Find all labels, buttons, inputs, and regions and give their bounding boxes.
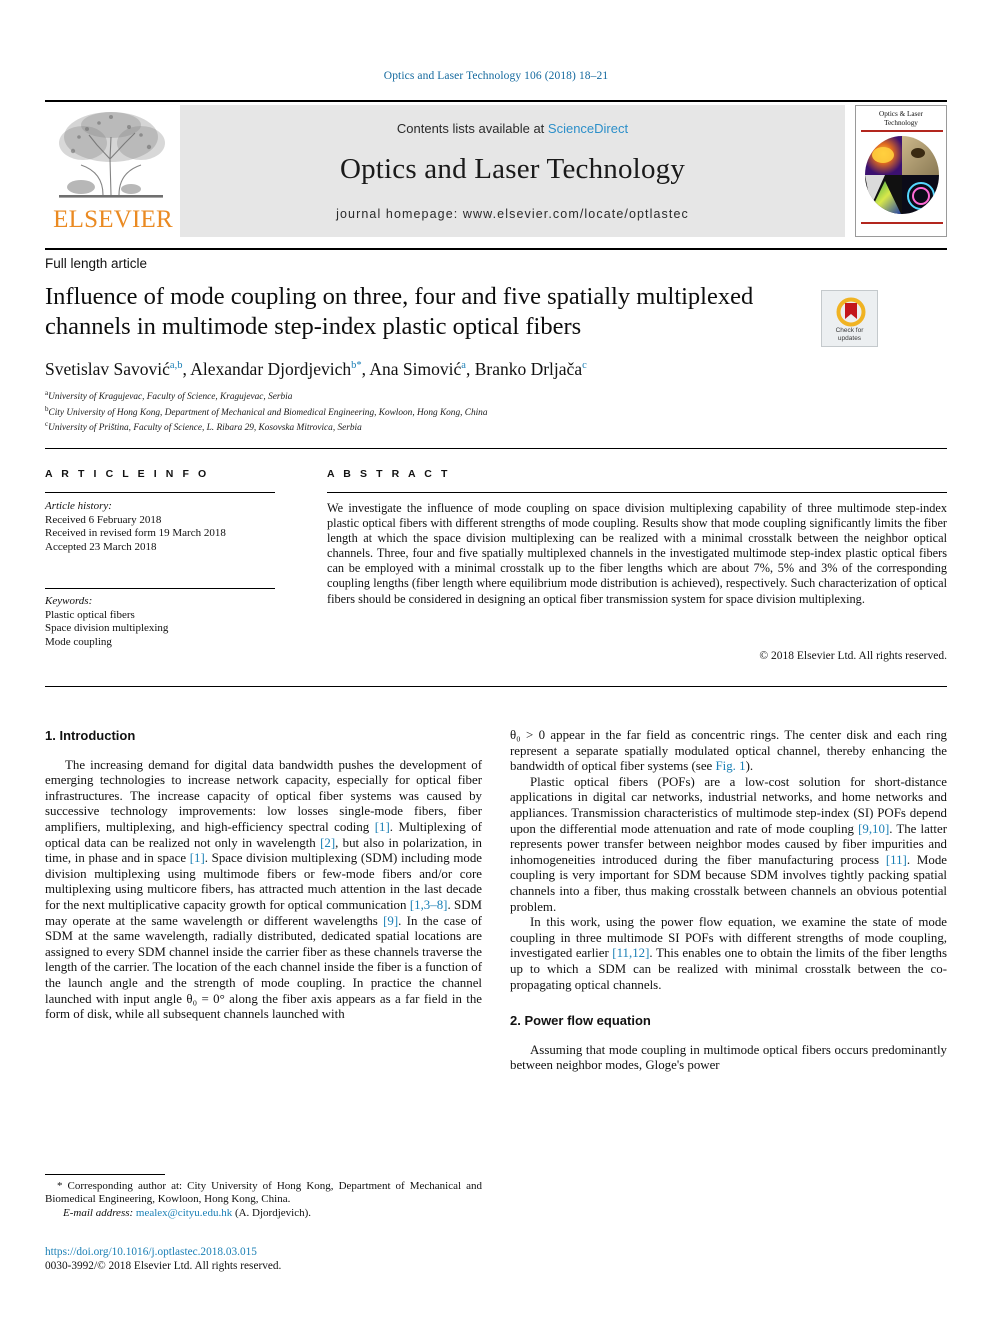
- citation-ref[interactable]: [11,12]: [612, 946, 649, 960]
- running-head: Optics and Laser Technology 106 (2018) 1…: [383, 70, 609, 82]
- section-heading-power-flow: 2. Power flow equation: [510, 1013, 651, 1029]
- affiliation-item: aUniversity of Kragujevac, Faculty of Sc…: [45, 388, 905, 404]
- citation-ref[interactable]: [9,10]: [858, 822, 889, 836]
- article-history-item: Received 6 February 2018: [45, 513, 162, 526]
- body-column-left: 1. Introduction The increasing demand fo…: [45, 728, 482, 1023]
- crossmark-line2: updates: [837, 334, 862, 342]
- article-type-label: Full length article: [45, 256, 148, 271]
- article-history-item: Received in revised form 19 March 2018: [45, 527, 226, 540]
- intro-paragraph-3: Plastic optical fibers (POFs) are a low-…: [510, 775, 947, 915]
- abstract-heading: A B S T R A C T: [327, 468, 451, 480]
- citation-ref[interactable]: [1]: [375, 820, 390, 834]
- author-name: Alexandar Djordjevich: [190, 358, 352, 379]
- email-note: E-mail address: mealex@cityu.edu.hk (A. …: [45, 1207, 482, 1220]
- intro-paragraph-2: θ₀ > 0 appear in the far field as concen…: [510, 728, 947, 775]
- abstract-text: We investigate the influence of mode cou…: [327, 501, 947, 606]
- keyword-item: Plastic optical fibers: [45, 608, 135, 621]
- footnote-block: * Corresponding author at: City Universi…: [45, 1180, 482, 1220]
- elsevier-logo: ELSEVIER: [45, 105, 180, 237]
- cover-artwork-svg: [865, 136, 939, 214]
- citation-ref[interactable]: [11]: [886, 853, 907, 867]
- author-name: Ana Simović: [369, 358, 462, 379]
- affiliation-text: University of Kragujevac, Faculty of Sci…: [48, 392, 293, 403]
- elsevier-tree-icon: [59, 112, 165, 198]
- doi-block: https://doi.org/10.1016/j.optlastec.2018…: [45, 1245, 482, 1273]
- article-history-label: Article history:: [45, 500, 112, 512]
- affiliation-text: University of Priština, Faculty of Scien…: [48, 423, 362, 434]
- issn-copyright-line: 0030-3992/© 2018 Elsevier Ltd. All right…: [45, 1260, 282, 1272]
- author-name: Branko Drljača: [474, 358, 583, 379]
- intro-text-p2c: ).: [745, 759, 754, 774]
- footnote-rule: [45, 1174, 165, 1175]
- info-heading-rule: [45, 492, 275, 493]
- cover-rule-bottom: [861, 222, 943, 224]
- affiliation-item: cUniversity of Priština, Faculty of Scie…: [45, 419, 905, 435]
- affiliation-item: bCity University of Hong Kong, Departmen…: [45, 404, 905, 420]
- cover-artwork: [865, 136, 939, 214]
- masthead-center-panel: Contents lists available at ScienceDirec…: [180, 105, 845, 237]
- journal-masthead: ELSEVIER Contents lists available at Sci…: [45, 100, 947, 238]
- cover-title-line1: Optics & Laser: [879, 110, 923, 118]
- figure-ref[interactable]: Fig. 1: [715, 759, 745, 773]
- citation-ref[interactable]: [9]: [383, 914, 398, 928]
- email-link[interactable]: mealex@cityu.edu.hk: [136, 1207, 232, 1219]
- citation-ref[interactable]: [2]: [320, 836, 335, 850]
- elsevier-wordmark: ELSEVIER: [53, 206, 173, 233]
- corresponding-author-text: Corresponding author at: City University…: [45, 1180, 482, 1206]
- crossmark-icon: [836, 297, 866, 327]
- affiliation-text: City University of Hong Kong, Department…: [48, 407, 488, 418]
- author-affil-marker[interactable]: a: [461, 360, 466, 371]
- crossmark-line1: Check for: [835, 327, 864, 334]
- copyright-line: © 2018 Elsevier Ltd. All rights reserved…: [759, 650, 947, 662]
- info-band-top-rule: [45, 448, 947, 449]
- corresponding-author-marker[interactable]: *: [356, 360, 361, 371]
- article-history-block: Article history: Received 6 February 201…: [45, 500, 280, 554]
- journal-cover-thumbnail: Optics & Laser Technology: [855, 105, 947, 237]
- keyword-item: Space division multiplexing: [45, 622, 169, 635]
- affiliation-list: aUniversity of Kragujevac, Faculty of Sc…: [45, 388, 905, 435]
- cover-rule-top: [861, 130, 943, 132]
- body-column-right: θ₀ > 0 appear in the far field as concen…: [510, 728, 947, 1074]
- info-band-bottom-rule: [45, 686, 947, 687]
- article-info-heading: A R T I C L E I N F O: [45, 468, 210, 480]
- contents-available-line: Contents lists available at ScienceDirec…: [180, 121, 845, 136]
- keywords-label: Keywords:: [45, 595, 93, 607]
- keyword-item: Mode coupling: [45, 635, 112, 648]
- intro-theta-inline: θ₀ = 0°: [186, 991, 225, 1006]
- article-top-rule: [45, 248, 947, 250]
- intro-paragraph-1: The increasing demand for digital data b…: [45, 758, 482, 1023]
- page-title: Influence of mode coupling on three, fou…: [45, 283, 754, 340]
- cover-title-line2: Technology: [884, 118, 918, 127]
- email-label: E-mail address:: [63, 1206, 134, 1219]
- author-affil-marker[interactable]: c: [582, 360, 587, 371]
- keywords-block: Keywords: Plastic optical fibers Space d…: [45, 595, 280, 649]
- keywords-rule: [45, 588, 275, 589]
- author-name: Svetislav Savović: [45, 358, 170, 379]
- abstract-heading-rule: [327, 492, 947, 493]
- intro-theta-start: θ₀ > 0: [510, 728, 546, 742]
- journal-title: Optics and Laser Technology: [339, 153, 686, 185]
- crossmark-label: Check for updates: [822, 327, 877, 342]
- citation-ref[interactable]: [1,3–8]: [410, 898, 448, 912]
- intro-paragraph-4: In this work, using the power flow equat…: [510, 915, 947, 993]
- author-list: Svetislav Savovića,b, Alexandar Djordjev…: [45, 358, 587, 379]
- contents-prefix: Contents lists available at: [396, 121, 548, 136]
- article-history-item: Accepted 23 March 2018: [45, 540, 157, 553]
- power-flow-paragraph-1: Assuming that mode coupling in multimode…: [510, 1042, 947, 1073]
- email-owner: (A. Djordjevich).: [234, 1206, 312, 1219]
- crossmark-badge[interactable]: Check for updates: [821, 290, 878, 347]
- corresponding-author-note: * Corresponding author at: City Universi…: [45, 1180, 482, 1207]
- citation-ref[interactable]: [1]: [190, 851, 205, 865]
- sciencedirect-link[interactable]: ScienceDirect: [548, 121, 628, 136]
- author-affil-marker[interactable]: a,b: [170, 360, 183, 371]
- doi-link[interactable]: https://doi.org/10.1016/j.optlastec.2018…: [45, 1245, 482, 1259]
- cover-title: Optics & Laser Technology: [856, 110, 946, 127]
- journal-homepage-link[interactable]: journal homepage: www.elsevier.com/locat…: [180, 207, 845, 221]
- section-heading-introduction: 1. Introduction: [45, 728, 136, 743]
- paper-page: Optics and Laser Technology 106 (2018) 1…: [0, 0, 992, 1323]
